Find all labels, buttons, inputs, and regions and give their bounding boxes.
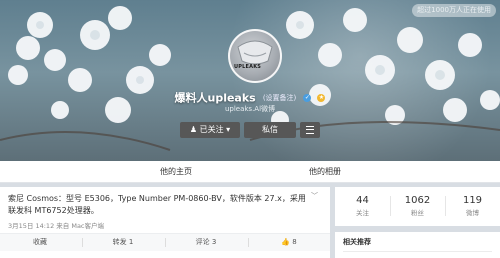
post-menu-chevron-icon[interactable]: ﹀ — [311, 191, 318, 201]
like-count: 8 — [292, 238, 297, 246]
stat-followers[interactable]: 1062 粉丝 — [390, 187, 445, 217]
post-actions: 收藏 转发 1 评论 3 👍 8 — [0, 233, 330, 251]
avatar-logo-text: UPLEAKS — [234, 64, 262, 70]
related-recommendations: 相关推荐 — [335, 232, 500, 258]
comment-button[interactable]: 评论 3 — [166, 234, 246, 251]
post-timestamp-source[interactable]: 3月15日 14:12 来自 Mac客户端 — [8, 220, 104, 230]
stat-posts[interactable]: 119 微博 — [445, 187, 500, 217]
profile-tabs: 他的主页 他的相册 — [0, 161, 500, 183]
avatar[interactable]: UPLEAKS — [228, 29, 282, 83]
menu-icon — [306, 125, 314, 134]
message-button-label: 私信 — [262, 125, 278, 134]
stat-label: 粉丝 — [411, 209, 424, 217]
favorite-button[interactable]: 收藏 — [0, 234, 80, 251]
user-check-icon: ♟ — [189, 125, 198, 134]
related-title: 相关推荐 — [343, 238, 371, 246]
more-button[interactable] — [300, 122, 320, 138]
stat-number: 119 — [462, 195, 483, 206]
follow-button-label: 已关注 — [199, 125, 224, 134]
thumbs-up-icon: 👍 — [281, 238, 290, 246]
avatar-robot-icon — [237, 40, 273, 65]
stat-following[interactable]: 44 关注 — [335, 187, 390, 217]
stat-label: 关注 — [356, 209, 369, 217]
profile-banner: 超过1000万人正在使用 UPLEAKS 爆料人upleaks (设置备注) ✓… — [0, 0, 500, 161]
chevron-down-icon: ▾ — [226, 125, 231, 134]
set-remark-link[interactable]: (设置备注) — [263, 94, 296, 102]
tab-home[interactable]: 他的主页 — [116, 161, 236, 182]
message-button[interactable]: 私信 — [244, 122, 296, 138]
profile-intro: upleaks.Al微博 — [224, 105, 276, 113]
follow-button[interactable]: ♟ 已关注 ▾ — [180, 122, 240, 138]
promo-badge[interactable]: 超过1000万人正在使用 — [412, 4, 496, 17]
vip-icon: ★ — [317, 93, 326, 102]
stat-label: 微博 — [466, 209, 479, 217]
forward-button[interactable]: 转发 1 — [83, 234, 163, 251]
profile-stats: 44 关注 1062 粉丝 119 微博 — [335, 187, 500, 226]
stat-number: 44 — [356, 195, 369, 206]
verified-icon: ✓ — [303, 93, 312, 102]
tab-album[interactable]: 他的相册 — [265, 161, 385, 182]
like-button[interactable]: 👍 8 — [249, 234, 329, 251]
post-card: 索尼 Cosmos：型号 E5306，Type Number PM-0860-B… — [0, 187, 330, 258]
post-text: 索尼 Cosmos：型号 E5306，Type Number PM-0860-B… — [8, 194, 306, 215]
stat-number: 1062 — [404, 195, 431, 206]
divider — [343, 251, 492, 252]
profile-name: 爆料人upleaks — [174, 91, 256, 105]
